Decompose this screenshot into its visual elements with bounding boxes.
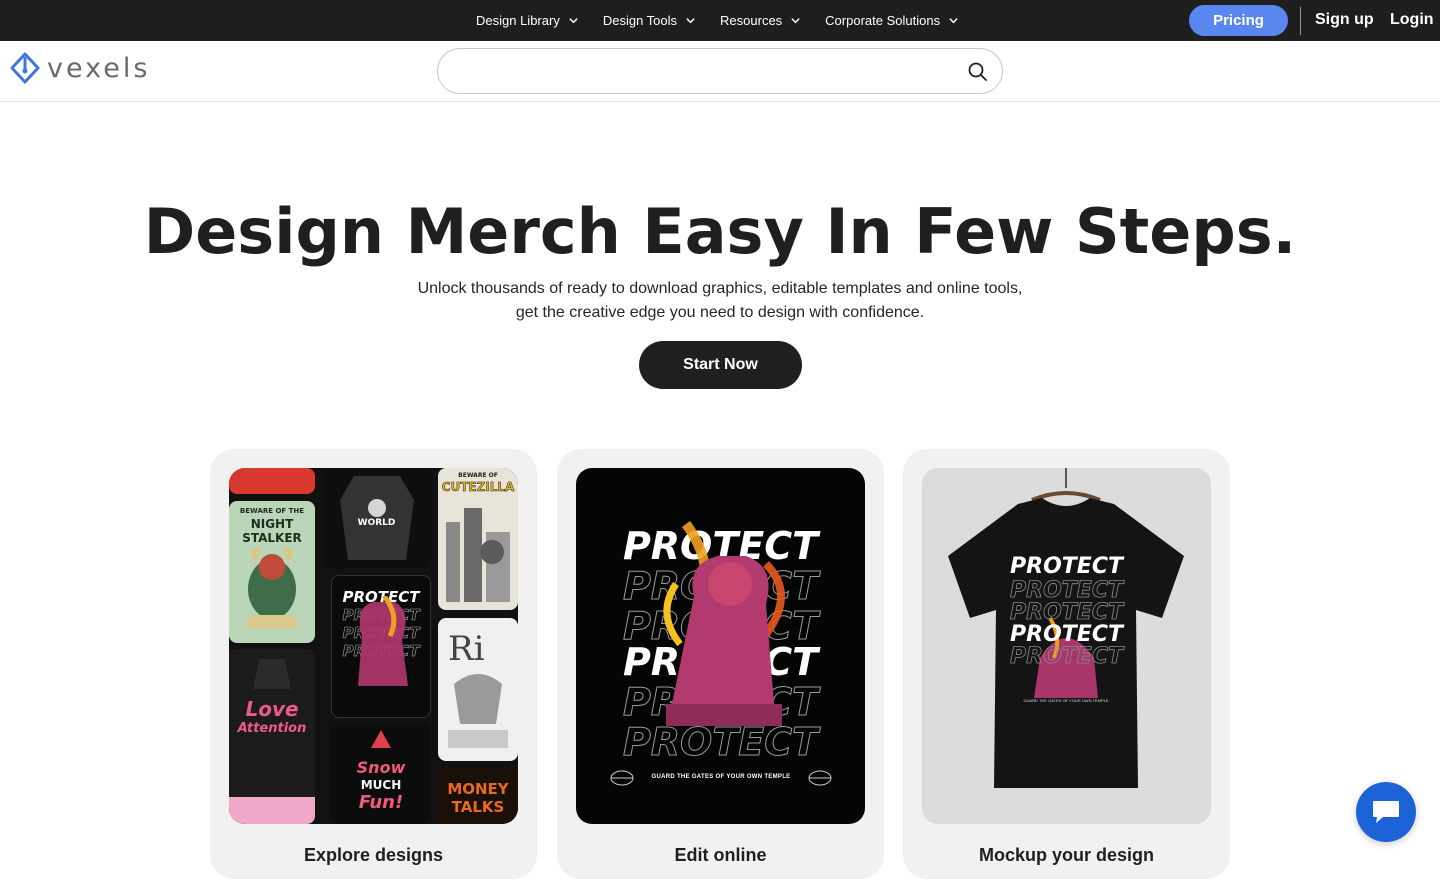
tile-text: CUTEZILLA: [441, 480, 515, 495]
nav-design-library[interactable]: Design Library: [476, 13, 579, 28]
chevron-down-icon: [686, 18, 695, 24]
design-tile-snow-fun: Snow MUCH Fun!: [331, 724, 431, 824]
protect-text-outline: PROTECT: [1010, 644, 1124, 670]
angel-illustration: Ri: [448, 629, 508, 748]
explore-designs-image: BEWARE OF THE NIGHT STALKER Love Attenti…: [229, 468, 518, 824]
card-edit-online[interactable]: PROTECT PROTECT PROTECT PROTECT PROTECT …: [557, 449, 884, 879]
tile-text: Fun!: [358, 792, 404, 813]
tree-icon: [371, 730, 391, 748]
city-illustration: [446, 508, 510, 602]
nav-design-tools[interactable]: Design Tools: [603, 13, 696, 28]
nav-label: Design Tools: [602, 13, 678, 28]
vexels-logo-icon: [10, 52, 40, 84]
card-explore-designs[interactable]: BEWARE OF THE NIGHT STALKER Love Attenti…: [210, 449, 537, 879]
nav-label: Resources: [720, 13, 783, 28]
tagline: GUARD THE GATES OF YOUR OWN TEMPLE: [1023, 698, 1109, 703]
design-tile-money-talks: MONEY TALKS: [438, 768, 518, 824]
hero-title: Design Merch Easy In Few Steps.: [143, 195, 1297, 268]
pricing-button[interactable]: Pricing: [1189, 5, 1288, 36]
login-link[interactable]: Login: [1390, 11, 1434, 29]
design-tile-night-stalker: BEWARE OF THE NIGHT STALKER: [229, 501, 315, 643]
top-bar: Design Library Design Tools Resources Co…: [0, 0, 1440, 41]
mockup-image: PROTECT PROTECT PROTECT PROTECT PROTECT …: [922, 468, 1211, 824]
nav-resources[interactable]: Resources: [720, 13, 801, 28]
globe-icon: [610, 770, 634, 786]
logo[interactable]: vexels: [9, 51, 150, 85]
tile-text: MUCH: [360, 778, 402, 792]
design-tile: [229, 468, 315, 494]
tile-text: WORLD: [357, 518, 396, 528]
divider: [1300, 7, 1301, 35]
design-tile-protect: PROTECT PROTECT PROTECT PROTECT: [331, 575, 431, 718]
pink-strip: [229, 797, 315, 824]
chevron-down-icon: [791, 18, 800, 24]
tile-text: BEWARE OF: [458, 472, 498, 479]
start-now-button[interactable]: Start Now: [639, 341, 802, 389]
card-title: Mockup your design: [978, 845, 1155, 865]
nav-label: Corporate Solutions: [825, 13, 941, 28]
tile-text: Attention: [237, 721, 307, 736]
top-nav: Design Library Design Tools Resources Co…: [476, 0, 983, 41]
sign-up-link[interactable]: Sign up: [1315, 11, 1374, 29]
globe-icon: [808, 770, 832, 786]
header: vexels: [0, 41, 1440, 102]
lion-statue-illustration: [663, 521, 785, 726]
hero-subtitle-line-1: Unlock thousands of ready to download gr…: [417, 280, 1023, 297]
protect-text: PROTECT: [1010, 554, 1123, 579]
search-icon[interactable]: [967, 61, 988, 82]
design-tile-world: WORLD: [322, 468, 431, 568]
design-tile-love-attention: Love Attention: [229, 649, 315, 824]
goat-illustration: [247, 548, 297, 629]
tile-text: MONEY TALKS: [447, 780, 509, 816]
card-mockup-design[interactable]: PROTECT PROTECT PROTECT PROTECT PROTECT …: [903, 449, 1230, 879]
search-input[interactable]: [458, 59, 958, 83]
design-tile-cutezilla: BEWARE OF CUTEZILLA: [438, 468, 518, 610]
svg-text:Ri: Ri: [448, 629, 485, 669]
tile-text: Love: [245, 697, 299, 721]
chevron-down-icon: [569, 18, 578, 24]
hero-subtitle-line-2: get the creative edge you need to design…: [515, 304, 925, 321]
nav-corporate-solutions[interactable]: Corporate Solutions: [825, 13, 959, 28]
chat-icon: [1373, 801, 1399, 823]
logo-text: vexels: [47, 52, 151, 84]
tagline: GUARD THE GATES OF YOUR OWN TEMPLE: [651, 774, 791, 780]
tile-text: BEWARE OF THE: [239, 507, 305, 515]
chevron-down-icon: [949, 18, 958, 24]
tile-text: Snow: [356, 758, 406, 777]
hero-subtitle: Unlock thousands of ready to download gr…: [0, 277, 1440, 325]
edit-online-image: PROTECT PROTECT PROTECT PROTECT PROTECT …: [576, 468, 865, 824]
hoodie-illustration: [253, 659, 291, 689]
card-title: Edit online: [674, 845, 767, 865]
card-title: Explore designs: [303, 845, 444, 865]
search-bar: [437, 48, 1003, 94]
lion-statue-illustration: [358, 596, 408, 686]
chat-button[interactable]: [1356, 782, 1416, 842]
design-tile-rip: Ri: [438, 618, 518, 761]
nav-label: Design Library: [476, 13, 560, 28]
